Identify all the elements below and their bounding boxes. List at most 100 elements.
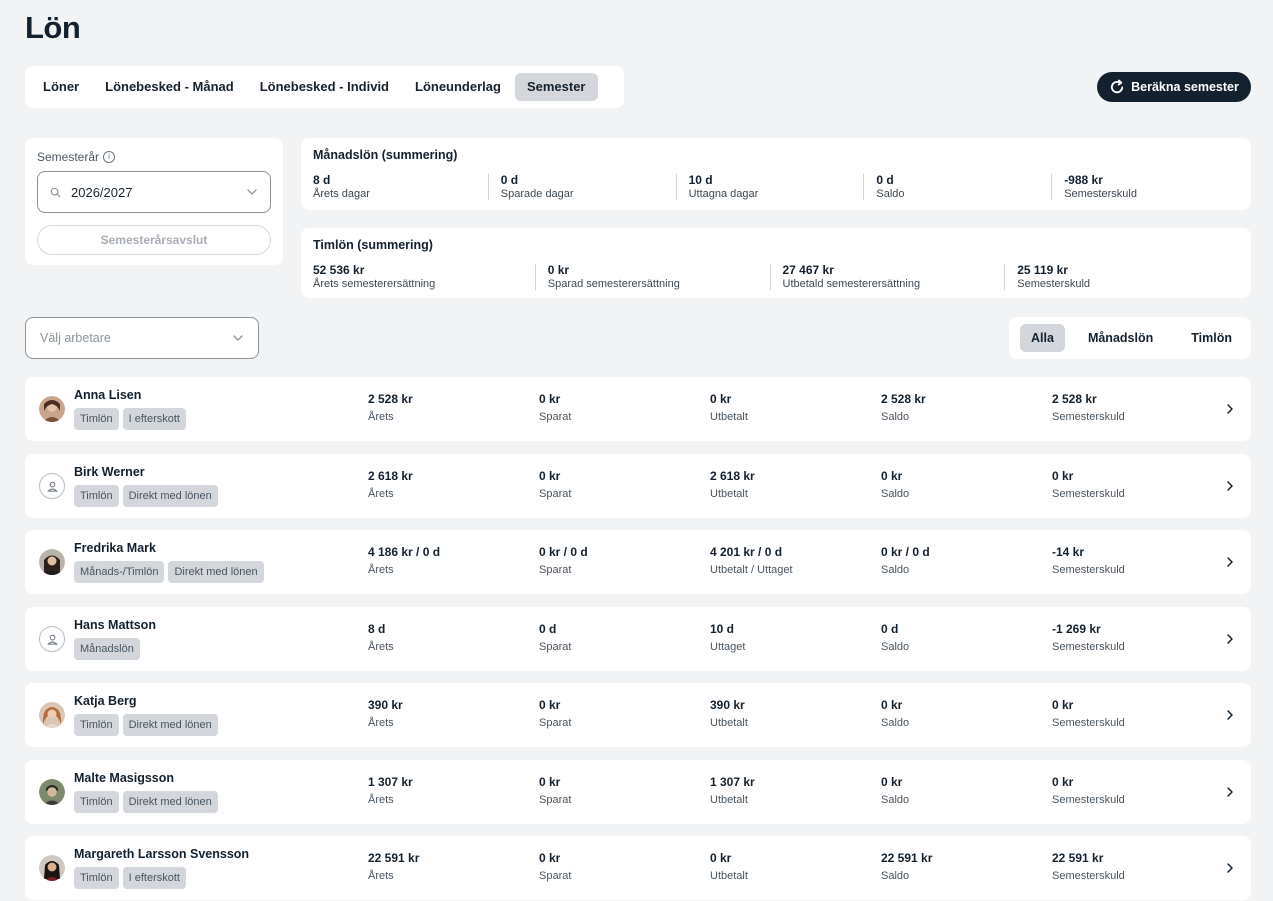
col-label: Semesterskuld: [1052, 564, 1125, 576]
summary-label: Semesterskuld: [1064, 188, 1137, 200]
employee-name: Fredrika Mark: [74, 541, 156, 555]
summary-label: Årets dagar: [313, 188, 370, 200]
payment-tag: Direkt med lönen: [122, 485, 218, 507]
col-label: Saldo: [881, 411, 910, 423]
col-value: 0 kr / 0 d: [539, 545, 588, 559]
avatar: [39, 626, 65, 652]
payment-tag: Direkt med lönen: [122, 791, 218, 813]
hourly-summary-title: Timlön (summering): [313, 238, 433, 252]
summary-cell: 52 536 kr Årets semesterersättning: [313, 264, 535, 291]
employee-row[interactable]: Birk Werner Timlön Direkt med lönen 2 618…: [25, 454, 1251, 518]
summary-label: Saldo: [876, 188, 905, 200]
employee-row[interactable]: Katja Berg Timlön Direkt med lönen 390 kr…: [25, 683, 1251, 747]
col-label: Semesterskuld: [1052, 641, 1125, 653]
col-label: Semesterskuld: [1052, 794, 1125, 806]
summary-label: Semesterskuld: [1017, 278, 1091, 290]
col-value: 2 618 kr: [710, 469, 755, 483]
summary-label: Årets semesterersättning: [313, 278, 436, 290]
col-label: Semesterskuld: [1052, 717, 1125, 729]
summary-value: 0 d: [500, 173, 519, 187]
col-utbetalt: 0 kr Utbetalt: [710, 392, 748, 424]
summary-value: 0 d: [876, 173, 894, 187]
employee-row[interactable]: Hans Mattson Månadslön 8 d Årets 0 d Spara…: [25, 607, 1251, 671]
col-value: 22 591 kr: [881, 851, 933, 865]
employee-row[interactable]: Malte Masigsson Timlön Direkt med lönen 1…: [25, 760, 1251, 824]
monthly-summary-title: Månadslön (summering): [313, 148, 458, 162]
col-value: 0 kr: [539, 698, 561, 712]
chevron-right-icon[interactable]: [1223, 785, 1237, 799]
col-value: 0 kr: [1052, 469, 1074, 483]
avatar: [39, 549, 65, 575]
chevron-right-icon[interactable]: [1223, 632, 1237, 646]
payment-tag: I efterskott: [122, 408, 186, 430]
col-label: Utbetalt: [710, 717, 748, 729]
col-label: Sparat: [539, 564, 572, 576]
col-label: Årets: [368, 488, 394, 500]
col-label: Årets: [368, 794, 394, 806]
col-label: Saldo: [881, 488, 910, 500]
summary-cell: 25 119 kr Semesterskuld: [1004, 264, 1239, 290]
tab-lonebesked-manad[interactable]: Lönebesked - Månad: [93, 73, 246, 101]
chevron-down-icon: [247, 189, 257, 195]
col-label: Saldo: [881, 564, 910, 576]
employee-row[interactable]: Margareth Larsson Svensson Timlön I efter…: [25, 836, 1251, 900]
monthly-summary-card: Månadslön (summering) 8 d Årets dagar 0 d…: [301, 138, 1251, 210]
col-utbetalt: 1 307 kr Utbetalt: [710, 775, 755, 807]
tab-loner[interactable]: Löner: [31, 73, 91, 101]
filter-monthly[interactable]: Månadslön: [1077, 324, 1164, 352]
col-value: 0 kr: [881, 469, 903, 483]
col-arets: 2 528 kr Årets: [368, 392, 413, 424]
col-value: 0 kr: [539, 775, 561, 789]
col-label: Utbetalt: [710, 870, 748, 882]
col-value: 0 kr: [710, 392, 732, 406]
col-label: Sparat: [539, 794, 572, 806]
summary-cell: 8 d Årets dagar: [313, 173, 488, 201]
summary-cell: 0 kr Sparad semesterersättning: [534, 264, 770, 290]
filter-hourly[interactable]: Timlön: [1180, 324, 1243, 352]
col-value: -14 kr: [1052, 545, 1085, 559]
vacation-year-select[interactable]: 2026/2027: [37, 171, 271, 213]
summary-value: 8 d: [313, 173, 331, 187]
summary-label: Uttagna dagar: [688, 188, 759, 200]
col-semesterskuld: 22 591 kr Semesterskuld: [1052, 851, 1125, 883]
employee-row[interactable]: Fredrika Mark Månads-/Timlön Direkt med l…: [25, 530, 1251, 594]
chevron-right-icon[interactable]: [1223, 402, 1237, 416]
avatar: [39, 855, 65, 881]
employee-row[interactable]: Anna Lisen Timlön I efterskott 2 528 kr År…: [25, 377, 1251, 441]
worker-select[interactable]: Välj arbetare: [25, 317, 259, 359]
col-saldo: 0 kr / 0 d Saldo: [881, 545, 930, 577]
year-close-button[interactable]: Semesterårsavslut: [37, 225, 271, 255]
col-value: 0 d: [881, 622, 899, 636]
tab-lonebesked-individ[interactable]: Lönebesked - Individ: [248, 73, 401, 101]
col-label: Sparat: [539, 641, 572, 653]
tab-loneunderlag[interactable]: Löneunderlag: [403, 73, 513, 101]
col-sparat: 0 kr Sparat: [539, 392, 571, 424]
summary-label: Sparade dagar: [500, 188, 574, 200]
tab-semester[interactable]: Semester: [514, 73, 598, 101]
info-icon[interactable]: i: [103, 151, 116, 163]
col-label: Uttaget: [710, 641, 746, 653]
chevron-right-icon[interactable]: [1223, 861, 1237, 875]
col-value: 0 kr / 0 d: [881, 545, 930, 559]
chevron-right-icon[interactable]: [1223, 479, 1237, 493]
avatar: [39, 779, 65, 805]
col-label: Saldo: [881, 717, 910, 729]
col-label: Semesterskuld: [1052, 411, 1125, 423]
chevron-right-icon[interactable]: [1223, 555, 1237, 569]
calculate-vacation-button[interactable]: Beräkna semester: [1097, 72, 1251, 102]
col-saldo: 0 d Saldo: [881, 622, 909, 654]
avatar: [39, 702, 65, 728]
chevron-down-icon: [233, 335, 243, 341]
summary-value: -988 kr: [1064, 173, 1103, 187]
col-sparat: 0 kr Sparat: [539, 775, 571, 807]
vacation-year-value: 2026/2027: [71, 184, 133, 200]
col-arets: 1 307 kr Årets: [368, 775, 413, 807]
col-value: 390 kr: [710, 698, 745, 712]
col-label: Sparat: [539, 870, 572, 882]
col-saldo: 0 kr Saldo: [881, 775, 909, 807]
col-utbetalt: 4 201 kr / 0 d Utbetalt / Uttaget: [710, 545, 793, 577]
chevron-right-icon[interactable]: [1223, 708, 1237, 722]
col-arets: 22 591 kr Årets: [368, 851, 419, 883]
col-semesterskuld: 2 528 kr Semesterskuld: [1052, 392, 1125, 424]
filter-all[interactable]: Alla: [1020, 324, 1065, 352]
